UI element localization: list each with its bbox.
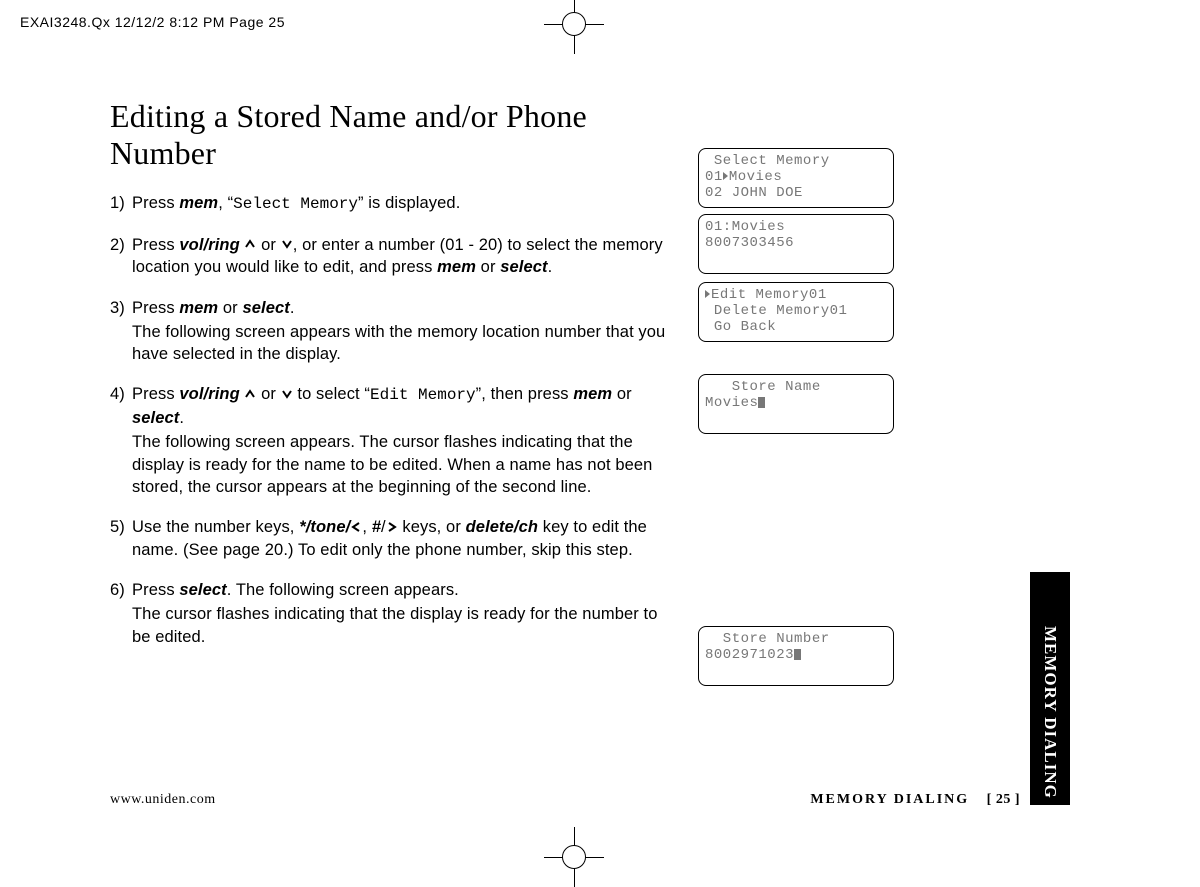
text: , “ [218, 194, 233, 212]
registration-mark-bottom [544, 827, 604, 887]
lcd-text: Edit Memory01 [711, 287, 827, 303]
text: ”, then press [476, 385, 574, 403]
arrow-down-icon [281, 234, 293, 256]
lcd-store-number: Store Number 8002971023 [698, 626, 894, 686]
paragraph: The following screen appears with the me… [132, 321, 670, 366]
step-1: 1) Press mem, “Select Memory” is display… [110, 192, 670, 216]
step-num: 5) [110, 516, 132, 561]
text: ” is displayed. [358, 194, 460, 212]
lcd-store-name: Store Name Movies [698, 374, 894, 434]
lcd-edit-menu: Edit Memory01 Delete Memory01 Go Back [698, 282, 894, 342]
text: keys, or [398, 518, 466, 536]
text: or [612, 385, 632, 403]
lcd-line: Go Back [705, 319, 887, 335]
step-num: 3) [110, 297, 132, 366]
key-volring: vol/ring [179, 236, 239, 254]
step-3: 3) Press mem or select. The following sc… [110, 297, 670, 366]
pointer-icon [723, 172, 728, 180]
step-num: 4) [110, 383, 132, 498]
content-area: Editing a Stored Name and/or Phone Numbe… [110, 98, 670, 666]
key-delete-ch: delete/ch [466, 518, 538, 536]
lcd-line: Store Name [705, 379, 887, 395]
footer-url: www.uniden.com [110, 792, 216, 808]
lcd-line: Movies [705, 395, 887, 411]
key-mem: mem [179, 194, 218, 212]
page-title: Editing a Stored Name and/or Phone Numbe… [110, 98, 670, 172]
step-4: 4) Press vol/ring or to select “Edit Mem… [110, 383, 670, 498]
text: to select “ [293, 385, 370, 403]
lcd-line: Edit Memory01 [705, 287, 887, 303]
lcd-text: Movies [705, 395, 758, 411]
key-mem: mem [437, 258, 476, 276]
lcd-line: Select Memory [705, 153, 887, 169]
paragraph: The cursor flashes indicating that the d… [132, 603, 670, 648]
lcd-line: Store Number [705, 631, 887, 647]
arrow-left-icon [350, 517, 362, 539]
step-num: 1) [110, 192, 132, 216]
key-mem: mem [573, 385, 612, 403]
key-select: select [500, 258, 547, 276]
lcd-line: 01:Movies [705, 219, 887, 235]
lcd-text: 8002971023 [705, 647, 794, 663]
text: Press [132, 385, 179, 403]
lcd-text: 01 [705, 169, 723, 185]
step-2: 2) Press vol/ring or , or enter a number… [110, 234, 670, 279]
lcd-line: 8007303456 [705, 235, 887, 251]
lcd-line: 02 JOHN DOE [705, 185, 887, 201]
lcd-line: Delete Memory01 [705, 303, 887, 319]
text: . [179, 409, 184, 427]
cursor-icon [794, 649, 801, 660]
text: or [261, 385, 281, 403]
arrow-up-icon [244, 234, 256, 256]
lcd-line: 8002971023 [705, 647, 887, 663]
lcd-text: Movies [729, 169, 782, 185]
text: Press [132, 194, 179, 212]
text: or [476, 258, 500, 276]
lcd-entry-detail: 01:Movies 8007303456 [698, 214, 894, 274]
mono-text: Select Memory [233, 195, 358, 213]
key-tone: /tone/ [306, 518, 351, 536]
key-volring: vol/ring [179, 385, 239, 403]
key-select: select [242, 299, 289, 317]
text: Press [132, 236, 179, 254]
printer-header: EXAI3248.Qx 12/12/2 8:12 PM Page 25 [20, 14, 285, 30]
text: . The following screen appears. [227, 581, 459, 599]
paragraph: The following screen appears. The cursor… [132, 431, 670, 498]
lcd-select-memory: Select Memory 01 Movies 02 JOHN DOE [698, 148, 894, 208]
text: Press [132, 299, 179, 317]
footer-section-label: MEMORY DIALING [810, 792, 969, 807]
arrow-right-icon [386, 517, 398, 539]
text: Use the number keys, [132, 518, 299, 536]
pointer-icon [705, 290, 710, 298]
step-6: 6) Press select. The following screen ap… [110, 579, 670, 648]
lcd-line: 01 Movies [705, 169, 887, 185]
key-select: select [132, 409, 179, 427]
key-hash: # [372, 518, 381, 536]
text: . [290, 299, 295, 317]
step-5: 5) Use the number keys, */tone/, #/ keys… [110, 516, 670, 561]
text: or [218, 299, 242, 317]
arrow-up-icon [244, 384, 256, 406]
side-tab-label: MEMORY DIALING [1040, 626, 1060, 799]
mono-text: Edit Memory [370, 386, 476, 404]
key-mem: mem [179, 299, 218, 317]
step-num: 2) [110, 234, 132, 279]
footer-section: MEMORY DIALING [ 25 ] [810, 792, 1020, 808]
key-select: select [179, 581, 226, 599]
text: , [362, 518, 371, 536]
side-tab: MEMORY DIALING [1030, 572, 1070, 805]
text: . [548, 258, 553, 276]
text: Press [132, 581, 179, 599]
registration-mark-top [544, 0, 604, 54]
arrow-down-icon [281, 384, 293, 406]
cursor-icon [758, 397, 765, 408]
text: or [261, 236, 281, 254]
page-number: [ 25 ] [987, 792, 1020, 807]
step-num: 6) [110, 579, 132, 648]
